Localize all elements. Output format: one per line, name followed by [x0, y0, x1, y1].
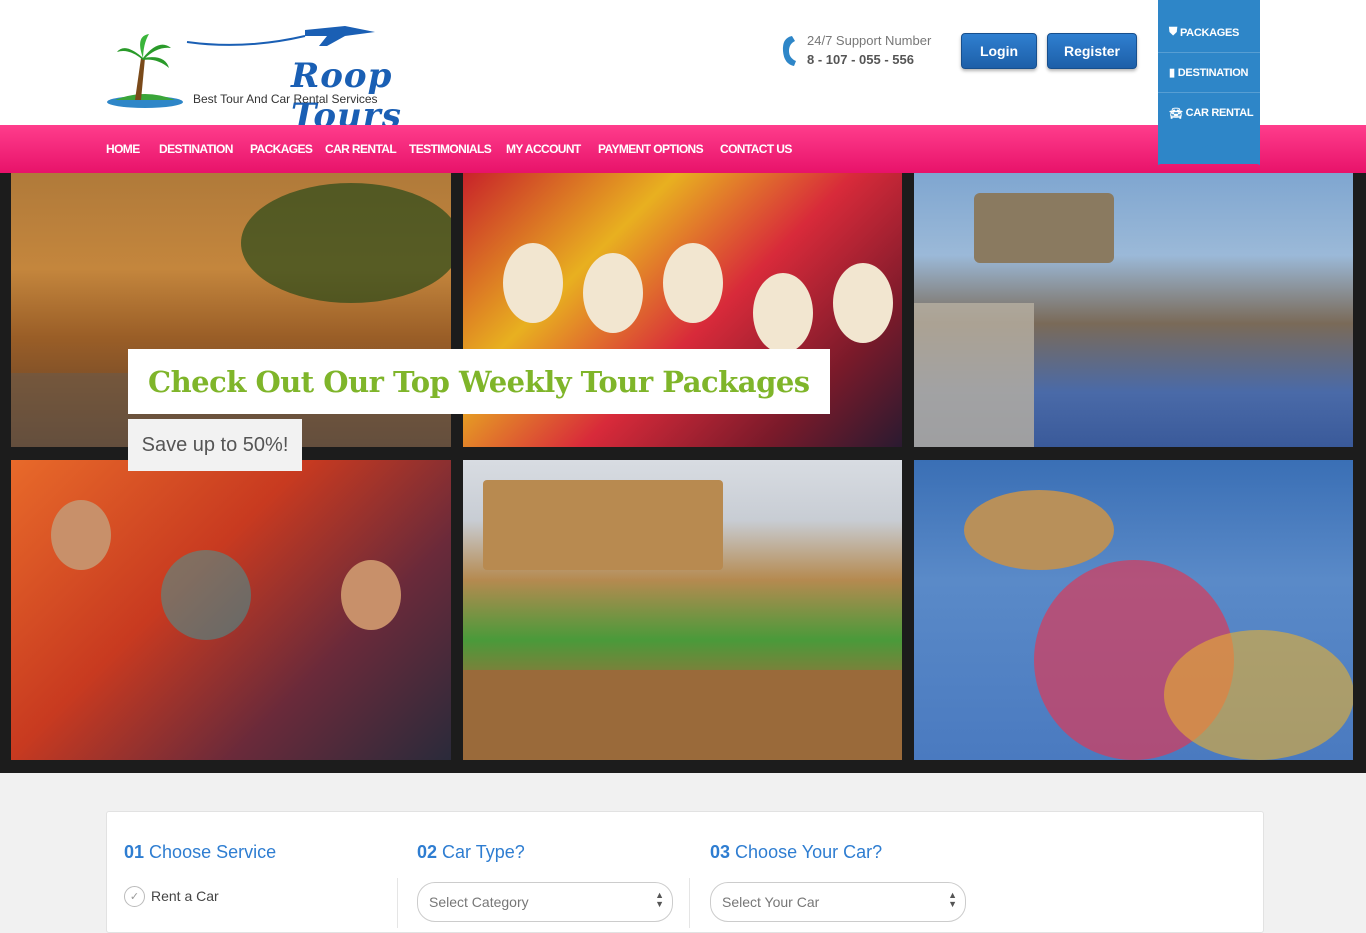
nav-testimonials[interactable]: TESTIMONIALS: [409, 125, 492, 173]
nav-my-account[interactable]: MY ACCOUNT: [506, 125, 581, 173]
step3-label: Choose Your Car?: [735, 842, 883, 862]
step1-title: 01 Choose Service: [124, 842, 276, 863]
support-block: 24/7 Support Number 8 - 107 - 055 - 556: [780, 30, 950, 74]
ribbon-item-label: DESTINATION: [1177, 66, 1249, 79]
ribbon-item-label: CAR RENTAL: [1185, 107, 1254, 119]
support-label: 24/7 Support Number: [807, 33, 932, 48]
select-arrows-icon: ▲ ▼: [948, 890, 957, 909]
nav-home[interactable]: HOME: [106, 125, 140, 173]
rent-a-car-label: Rent a Car: [151, 888, 219, 904]
nav-payment-options[interactable]: PAYMENT OPTIONS: [598, 125, 704, 173]
check-icon: ✓: [124, 885, 145, 907]
booking-form: 01 Choose Service ✓ Rent a Car 02 Car Ty…: [106, 811, 1264, 933]
step1-label: Choose Service: [149, 842, 277, 862]
divider: [689, 878, 690, 928]
logo[interactable]: Roop Tours Best Tour And Car Rental Serv…: [105, 18, 401, 136]
gallery-image-camel[interactable]: [914, 460, 1353, 760]
step2-label: Car Type?: [442, 842, 525, 862]
car-category-value: Select Category: [429, 894, 529, 910]
step3-title: 03 Choose Your Car?: [710, 842, 882, 863]
ribbon-item-label: PACKAGES: [1179, 26, 1240, 39]
select-arrows-icon: ▲ ▼: [655, 890, 664, 909]
ribbon-item-car-rental[interactable]: 🚘︎ CAR RENTAL: [1158, 93, 1260, 133]
rent-a-car-option[interactable]: ✓ Rent a Car: [124, 884, 219, 908]
phone-icon: [782, 36, 796, 66]
step2-number: 02: [417, 842, 438, 862]
logo-tagline: Best Tour And Car Rental Services: [193, 92, 378, 106]
divider: [397, 878, 398, 928]
nav-car-rental[interactable]: CAR RENTAL: [325, 125, 397, 173]
support-number: 8 - 107 - 055 - 556: [807, 52, 914, 67]
gallery-image-dancers[interactable]: [11, 460, 451, 760]
hero-headline: Check Out Our Top Weekly Tour Packages: [128, 349, 830, 414]
quick-links-ribbon: ⛊ PACKAGES ▮ DESTINATION 🚘︎ CAR RENTAL: [1158, 0, 1260, 165]
login-button[interactable]: Login: [961, 33, 1037, 69]
ribbon-item-destination[interactable]: ▮ DESTINATION: [1158, 53, 1260, 93]
nav-packages[interactable]: PACKAGES: [250, 125, 313, 173]
register-button[interactable]: Register: [1047, 33, 1137, 69]
step3-number: 03: [710, 842, 731, 862]
hero-subline: Save up to 50%!: [128, 419, 302, 471]
car-icon: 🚘︎: [1169, 107, 1183, 120]
shield-icon: ⛊: [1169, 26, 1177, 38]
car-category-select[interactable]: Select Category ▲ ▼: [417, 882, 673, 922]
ribbon-item-packages[interactable]: ⛊ PACKAGES: [1158, 13, 1260, 53]
car-select-value: Select Your Car: [722, 894, 820, 910]
nav-contact-us[interactable]: CONTACT US: [720, 125, 792, 173]
step1-number: 01: [124, 842, 145, 862]
nav-destination[interactable]: DESTINATION: [159, 125, 233, 173]
gallery-image-blue-city[interactable]: [914, 173, 1353, 447]
car-select[interactable]: Select Your Car ▲ ▼: [710, 882, 966, 922]
building-icon: ▮: [1169, 67, 1175, 79]
step2-title: 02 Car Type?: [417, 842, 525, 863]
hero-gallery: [0, 173, 1366, 773]
gallery-image-amber-fort[interactable]: [463, 460, 902, 760]
